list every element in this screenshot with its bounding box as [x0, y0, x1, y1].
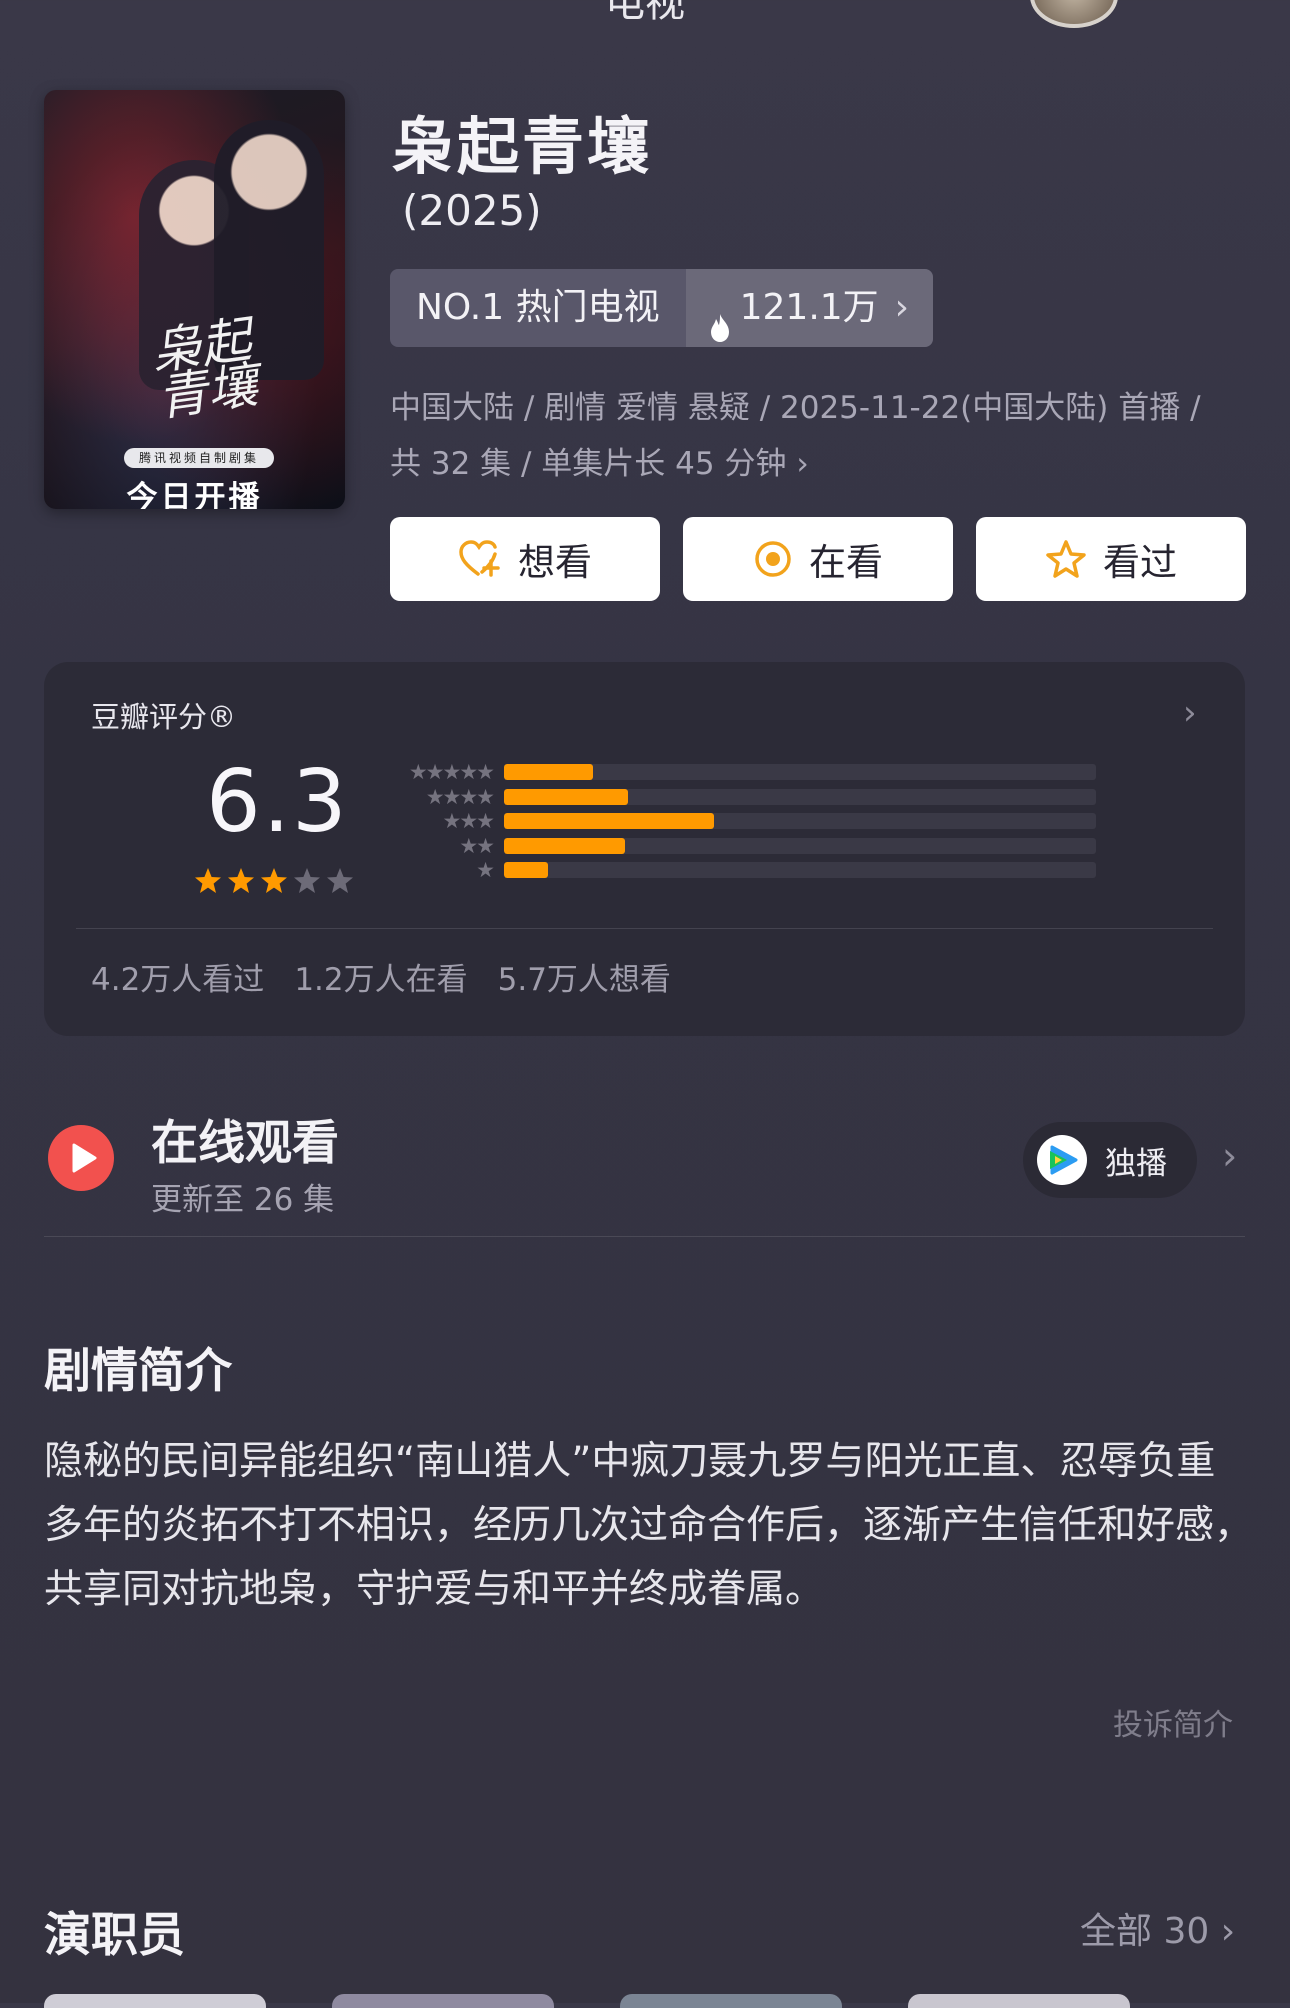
synopsis-text: 隐秘的民间异能组织“南山猎人”中疯刀聂九罗与阳光正直、忍辱负重多年的炎拓不打不相… [44, 1439, 1254, 1612]
rating-distribution [504, 764, 1096, 887]
chevron-right-icon[interactable]: › [1222, 1134, 1237, 1178]
audience-stats: 4.2万人看过 1.2万人在看 5.7万人想看 [91, 954, 671, 999]
rating-bar-track [504, 813, 1096, 829]
star-empty-icon [292, 866, 322, 900]
synopsis-title: 剧情简介 [44, 1344, 232, 1399]
rank-label: NO.1 热门电视 [390, 269, 686, 347]
heat-badge[interactable]: 121.1万 › [685, 269, 934, 347]
star-level-label: ★ [476, 858, 495, 882]
poster-tagline: 腾讯视频自制剧集 [124, 448, 274, 468]
star-filled-icon [226, 866, 256, 900]
divider [44, 1236, 1245, 1237]
star-filled-icon [193, 866, 223, 900]
star-level-label: ★★ [459, 833, 495, 858]
want-to-watch-label: 想看 [518, 541, 592, 584]
heat-value: 121.1万 [739, 287, 879, 328]
play-icon[interactable] [48, 1125, 114, 1191]
watched-button[interactable]: 看过 [976, 517, 1246, 601]
watching-button[interactable]: 在看 [683, 517, 953, 601]
star-filled-icon [259, 866, 289, 900]
chevron-right-icon: › [1220, 1911, 1236, 1952]
chevron-right-icon: › [796, 446, 809, 482]
rating-bar-fill [504, 837, 626, 854]
back-icon[interactable]: ‹ [58, 0, 88, 9]
show-year: (2025) [402, 186, 542, 235]
want-to-watch-button[interactable]: 想看 [390, 517, 660, 601]
poster-calligraphy-title: 枭起青壤 [147, 310, 261, 428]
watched-label: 看过 [1103, 541, 1177, 584]
chevron-right-icon[interactable]: › [1183, 693, 1197, 733]
rating-bar-track [504, 764, 1096, 780]
divider [76, 928, 1213, 929]
want-count[interactable]: 5.7万人想看 [498, 954, 671, 999]
avatar[interactable] [1030, 0, 1118, 28]
heart-plus-icon [458, 539, 502, 579]
cast-title: 演职员 [44, 1908, 185, 1963]
cast-thumbnail[interactable] [332, 1994, 554, 2008]
watching-label: 在看 [809, 541, 883, 584]
cast-thumbnail[interactable] [44, 1994, 266, 2008]
target-icon [753, 539, 793, 579]
cast-thumbnail[interactable] [620, 1994, 842, 2008]
exclusive-label: 独播 [1105, 1145, 1167, 1182]
rating-bar-track [504, 788, 1096, 805]
poster-image[interactable]: 枭起青壤 腾讯视频自制剧集 今日开播 [44, 90, 345, 509]
douban-rating-label: 豆瓣评分® [91, 700, 237, 734]
meta-line-2: 共 32 集 / 单集片长 45 分钟 › [390, 446, 809, 482]
star-level-label: ★★★★ [425, 784, 495, 809]
ranking-pill[interactable]: NO.1 热门电视 121.1万 › [390, 269, 934, 347]
exclusive-platform-button[interactable]: 独播 [1023, 1122, 1197, 1198]
star-level-label: ★★★★★ [408, 760, 495, 784]
rating-stars [193, 866, 355, 900]
flame-icon [708, 293, 732, 342]
chevron-right-icon: › [894, 287, 910, 328]
show-meta[interactable]: 中国大陆 / 剧情 爱情 悬疑 / 2025-11-22(中国大陆) 首播 / … [390, 380, 1250, 492]
cast-all-link[interactable]: 全部 30 › [1080, 1902, 1235, 1954]
poster-premiere: 今日开播 [126, 480, 263, 509]
star-level-labels: ★★★★★ ★★★★ ★★★ ★★ ★ [383, 760, 495, 883]
rating-bar-fill [504, 764, 593, 780]
show-title: 枭起青壤 [392, 110, 653, 183]
star-empty-icon [325, 866, 355, 900]
tencent-video-icon [1037, 1135, 1087, 1185]
report-synopsis-link[interactable]: 投诉简介 [1113, 1700, 1233, 1744]
rating-bar-fill [504, 788, 629, 805]
star-outline-icon [1045, 539, 1087, 579]
star-level-label: ★★★ [442, 809, 495, 833]
nav-title: 电视 [605, 0, 685, 26]
online-watch-title[interactable]: 在线观看 [151, 1104, 339, 1173]
watching-count[interactable]: 1.2万人在看 [294, 954, 467, 999]
rating-bar-fill [504, 813, 715, 829]
rating-score: 6.3 [206, 752, 349, 852]
rating-bar-track [504, 862, 1096, 878]
meta-line-1: 中国大陆 / 剧情 爱情 悬疑 / 2025-11-22(中国大陆) 首播 / [390, 390, 1201, 426]
watched-count[interactable]: 4.2万人看过 [91, 954, 264, 999]
cast-thumbnail[interactable] [908, 1994, 1130, 2008]
rating-bar-track [504, 837, 1096, 854]
online-watch-subtitle: 更新至 26 集 [151, 1182, 335, 1218]
rating-bar-fill [504, 862, 549, 878]
